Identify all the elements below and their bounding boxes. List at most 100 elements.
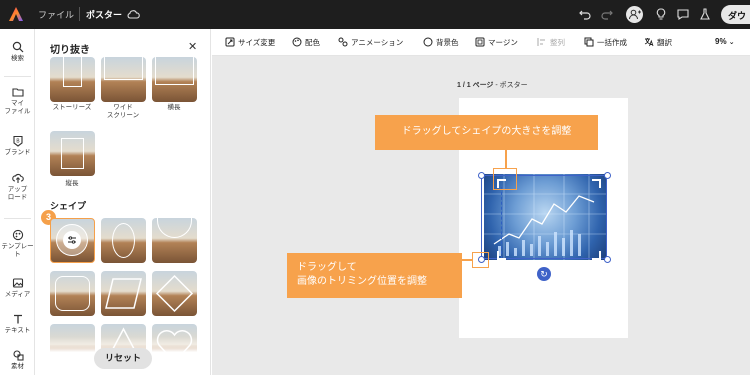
upload-icon — [11, 173, 24, 183]
page-count: 1 / 1 ページ — [457, 82, 494, 89]
align-button[interactable]: 整列 — [537, 37, 565, 48]
crop-option-stories[interactable] — [50, 57, 95, 102]
rail-label: マイ ファイル — [4, 100, 31, 115]
rotate-icon: ↻ — [540, 269, 548, 279]
batch-icon — [584, 37, 594, 47]
animation-button[interactable]: アニメーション — [338, 37, 403, 48]
resize-handle-top-right[interactable] — [604, 172, 611, 179]
rail-text[interactable]: テキスト — [0, 313, 35, 335]
color-scheme-button[interactable]: 配色 — [292, 37, 320, 48]
highlight-box — [472, 252, 489, 268]
page-name: ポスター — [499, 82, 528, 89]
resize-button[interactable]: サイズ変更 — [225, 37, 275, 48]
margin-icon — [475, 37, 485, 47]
chevron-down-icon: ⌄ — [728, 39, 735, 46]
resize-handle-bottom-right[interactable] — [604, 256, 611, 263]
resize-icon — [225, 37, 235, 47]
rail-my-files[interactable]: マイ ファイル — [0, 86, 35, 116]
shape-option-semicircle[interactable] — [152, 218, 197, 263]
close-icon[interactable]: ✕ — [188, 40, 197, 53]
callout-text: ドラッグしてシェイプの大きさを調整 — [401, 126, 572, 137]
diamond-frame — [155, 274, 194, 313]
document-title[interactable]: ポスター — [86, 8, 122, 21]
callout-text-line2: 画像のトリミング位置を調整 — [297, 276, 427, 287]
flask-icon[interactable] — [698, 7, 712, 21]
undo-icon[interactable] — [578, 7, 592, 21]
rail-label: メディア — [4, 291, 31, 298]
editor-toolbar: サイズ変更 配色 アニメーション 背景色 マージン 整列 一括作成 翻訳 9% … — [212, 29, 750, 56]
crop-option-label: ワイド スクリーン — [106, 104, 140, 119]
crop-option-widescreen[interactable] — [101, 57, 146, 102]
crop-option-portrait[interactable] — [50, 131, 95, 176]
crop-option-label: 縦長 — [65, 180, 79, 187]
lightbulb-icon[interactable] — [654, 7, 668, 21]
brand-icon: B — [12, 135, 23, 147]
adobe-express-logo[interactable] — [8, 6, 24, 22]
tool-label: サイズ変更 — [238, 38, 276, 47]
svg-text:B: B — [16, 139, 20, 145]
reset-button[interactable]: リセット — [94, 348, 152, 369]
zoom-control[interactable]: 9% ⌄ — [715, 37, 735, 46]
margin-button[interactable]: マージン — [475, 37, 518, 48]
callout-resize-shape: ドラッグしてシェイプの大きさを調整 — [375, 115, 598, 150]
rail-templates[interactable]: テンプレー ト — [0, 229, 35, 259]
panel-title: 切り抜き — [50, 45, 90, 56]
highlight-box — [493, 168, 517, 190]
divider — [4, 218, 31, 219]
template-icon — [12, 229, 23, 241]
rail-media[interactable]: メディア — [0, 277, 35, 299]
tool-label: 整列 — [550, 38, 565, 47]
user-avatar[interactable] — [626, 6, 643, 23]
shape-option-rounded-square[interactable] — [50, 271, 95, 316]
search-icon — [12, 41, 23, 53]
rotate-button[interactable]: ↻ — [537, 267, 551, 281]
rail-label: テンプレー ト — [1, 243, 34, 258]
crop-corner-top-right[interactable] — [591, 179, 601, 189]
left-rail: 検索 マイ ファイル B ブランド アップ ロード テンプレー ト メディア テ… — [0, 29, 35, 375]
add-user-icon — [629, 9, 641, 20]
rail-label: 素材 — [11, 363, 24, 370]
download-button[interactable]: ダウ — [721, 5, 750, 24]
crop-corner-bottom-right[interactable] — [591, 250, 601, 260]
translate-button[interactable]: 翻訳 — [644, 37, 672, 48]
media-icon — [12, 278, 23, 288]
rail-upload[interactable]: アップ ロード — [0, 172, 35, 202]
section-heading: シェイプ — [50, 201, 87, 211]
tool-label: 配色 — [305, 38, 320, 47]
shape-option-ellipse[interactable] — [101, 218, 146, 263]
crop-option-label: ストーリーズ — [52, 104, 92, 111]
background-swatch-icon — [423, 37, 433, 47]
file-menu[interactable]: ファイル — [38, 8, 74, 21]
rail-label: アップ ロード — [7, 186, 28, 201]
adjust-button[interactable] — [63, 231, 81, 249]
crop-corner-bottom-left[interactable] — [497, 250, 507, 260]
batch-create-button[interactable]: 一括作成 — [584, 37, 627, 48]
rail-label: テキスト — [4, 327, 31, 334]
shape-option-diamond[interactable] — [152, 271, 197, 316]
crop-option-label: 横長 — [167, 104, 181, 111]
tool-label: アニメーション — [351, 38, 404, 47]
translate-icon — [644, 38, 654, 47]
resize-handle-top-left[interactable] — [478, 172, 485, 179]
tool-label: 一括作成 — [597, 38, 627, 47]
crop-option-landscape[interactable] — [152, 57, 197, 102]
align-icon — [537, 38, 545, 46]
rail-search[interactable]: 検索 — [0, 41, 35, 63]
zoom-level: 9% — [715, 37, 727, 46]
shape-option-parallelogram[interactable] — [101, 271, 146, 316]
redo-icon[interactable] — [600, 7, 614, 21]
parallelogram-frame — [105, 278, 142, 309]
rail-label: ブランド — [4, 149, 31, 156]
palette-icon — [292, 37, 302, 47]
shape-option-circle[interactable] — [50, 218, 95, 263]
divider — [4, 76, 31, 77]
rail-elements[interactable]: 素材 — [0, 349, 35, 371]
leader-line — [462, 259, 472, 261]
background-color-button[interactable]: 背景色 — [423, 37, 459, 48]
tool-label: マージン — [488, 38, 518, 47]
comment-icon[interactable] — [676, 7, 690, 21]
animation-icon — [338, 37, 348, 47]
page-label: 1 / 1 ページ - ポスター — [457, 82, 528, 89]
rail-brand[interactable]: B ブランド — [0, 135, 35, 157]
cloud-icon — [127, 10, 140, 19]
